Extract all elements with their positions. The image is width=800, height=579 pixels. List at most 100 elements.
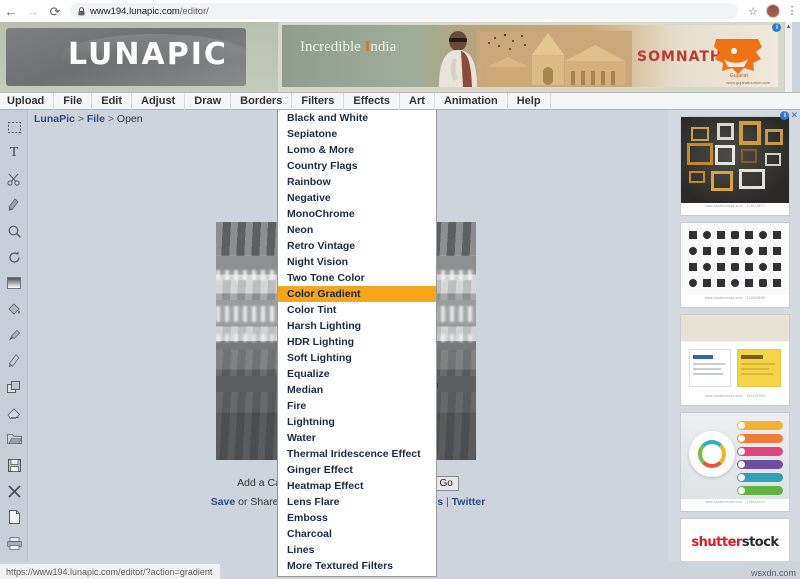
menu-item-color-tint[interactable]: Color Tint (278, 302, 436, 318)
reload-icon[interactable]: ⟳ (44, 0, 66, 22)
menu-item-soft-lighting[interactable]: Soft Lighting (278, 350, 436, 366)
menu-upload[interactable]: Upload (0, 92, 55, 110)
paint-bucket-icon[interactable] (0, 296, 28, 322)
eraser-icon[interactable] (0, 400, 28, 426)
banner-temple-image (477, 31, 632, 87)
menu-animation[interactable]: Animation (435, 92, 508, 110)
layers-icon[interactable] (0, 374, 28, 400)
url-path: /editor/ (179, 5, 209, 17)
pencil-icon[interactable] (0, 348, 28, 374)
profile-avatar[interactable] (766, 4, 780, 18)
menu-item-sepiatone[interactable]: Sepiatone (278, 126, 436, 142)
menu-adjust[interactable]: Adjust (132, 92, 186, 110)
menu-item-lightning[interactable]: Lightning (278, 414, 436, 430)
shutterstock-brand-dark: stock (741, 534, 779, 550)
menu-item-emboss[interactable]: Emboss (278, 510, 436, 526)
print-icon[interactable] (0, 530, 28, 556)
sidebar-adchoices[interactable]: i ✕ (780, 111, 798, 120)
shutterstock-wordmark: shutterstock (691, 534, 779, 550)
close-x-icon[interactable] (0, 478, 28, 504)
adchoices-info-icon[interactable]: i (772, 23, 782, 32)
menu-item-neon[interactable]: Neon (278, 222, 436, 238)
save-floppy-icon[interactable] (0, 452, 28, 478)
caption-go-button[interactable]: Go (433, 476, 459, 491)
brochure-template-ad[interactable]: www.shutterstock.com · 181439300 (680, 314, 790, 406)
menu-item-negative[interactable]: Negative (278, 190, 436, 206)
tagline-post: ndia (370, 39, 397, 55)
menu-draw[interactable]: Draw (185, 92, 232, 110)
banner-advertisement[interactable]: Incredible India SOMNATH Gujarat www.guj… (278, 22, 792, 92)
ad-source-label: www.shutterstock.com · 179044422 (704, 500, 766, 504)
tagline-pre: Incredible (300, 39, 365, 55)
editor-toolbar: T (0, 110, 28, 577)
menu-filters[interactable]: Filters (292, 92, 345, 110)
menu-item-lens-flare[interactable]: Lens Flare (278, 494, 436, 510)
save-link[interactable]: Save (211, 496, 236, 508)
site-header: LUNAPIC Incredible India SOMNATH Gujarat… (0, 22, 800, 92)
editor-content: T LunaPic > File > Open Add a Caption: G… (0, 110, 800, 577)
text-tool-icon[interactable]: T (0, 140, 28, 166)
crescent-moon-icon (14, 35, 58, 79)
shutterstock-logo-ad[interactable]: shutterstock (680, 518, 790, 566)
gradient-icon[interactable] (0, 270, 28, 296)
magnifier-zoom-icon[interactable] (0, 218, 28, 244)
menu-item-two-tone-color[interactable]: Two Tone Color (278, 270, 436, 286)
ad-source-label: www.shutterstock.com · 181439300 (704, 394, 766, 398)
eyedropper-icon[interactable] (0, 322, 28, 348)
menu-item-more-textured-filters[interactable]: More Textured Filters (278, 558, 436, 574)
picture-frames-ad[interactable]: www.shutterstock.com · 113019877 (680, 116, 790, 216)
menu-item-fire[interactable]: Fire (278, 398, 436, 414)
menu-borders[interactable]: Borders (231, 92, 293, 110)
menu-item-monochrome[interactable]: MonoChrome (278, 206, 436, 222)
brush-icon[interactable] (0, 192, 28, 218)
menu-item-harsh-lighting[interactable]: Harsh Lighting (278, 318, 436, 334)
menu-item-hdr-lighting[interactable]: HDR Lighting (278, 334, 436, 350)
menu-help[interactable]: Help (508, 92, 551, 110)
infographic-ad[interactable]: www.shutterstock.com · 179044422 (680, 412, 790, 512)
menu-item-ginger-effect[interactable]: Ginger Effect (278, 462, 436, 478)
menu-art[interactable]: Art (400, 92, 435, 110)
new-document-icon[interactable] (0, 504, 28, 530)
kebab-menu-icon[interactable]: ⋮ (784, 5, 800, 17)
menu-edit[interactable]: Edit (92, 92, 133, 110)
menu-effects[interactable]: Effects (344, 92, 401, 110)
svg-text:Gujarat: Gujarat (730, 73, 749, 79)
menu-item-retro-vintage[interactable]: Retro Vintage (278, 238, 436, 254)
menu-item-equalize[interactable]: Equalize (278, 366, 436, 382)
browser-toolbar: ← → ⟳ www194.lunapic.com/editor/ ☆ ⋮ (0, 0, 800, 22)
site-watermark: wsxdn.com (750, 568, 796, 578)
menu-item-country-flags[interactable]: Country Flags (278, 158, 436, 174)
menu-item-lomo-and-more[interactable]: Lomo & More (278, 142, 436, 158)
advertiser-url: www.gujarattourism.com (726, 80, 770, 85)
menu-item-night-vision[interactable]: Night Vision (278, 254, 436, 270)
menu-item-black-and-white[interactable]: Black and White (278, 110, 436, 126)
share-pipe: | (443, 496, 452, 508)
open-folder-icon[interactable] (0, 426, 28, 452)
brochure-template-ad-image (681, 315, 789, 393)
adchoices-info-icon[interactable]: i (780, 111, 790, 120)
shutterstock-brand-red: shutter (691, 534, 742, 550)
site-logo[interactable]: LUNAPIC (0, 22, 278, 92)
close-icon[interactable]: ✕ (790, 111, 798, 120)
menu-item-median[interactable]: Median (278, 382, 436, 398)
twitter-link[interactable]: Twitter (452, 496, 486, 508)
rotate-icon[interactable] (0, 244, 28, 270)
menu-item-water[interactable]: Water (278, 430, 436, 446)
lock-icon (78, 6, 85, 16)
menu-item-charcoal[interactable]: Charcoal (278, 526, 436, 542)
icon-set-ad[interactable]: www.shutterstock.com · 312903696 (680, 222, 790, 308)
address-bar[interactable]: www194.lunapic.com/editor/ (70, 3, 738, 19)
marquee-select-icon[interactable] (0, 114, 28, 140)
picture-frames-ad-image (681, 117, 789, 203)
menu-file[interactable]: File (54, 92, 93, 110)
menu-item-thermal-iridescence-effect[interactable]: Thermal Iridescence Effect (278, 446, 436, 462)
star-icon[interactable]: ☆ (744, 5, 762, 18)
filters-dropdown-menu[interactable]: Black and White Sepiatone Lomo & More Co… (277, 110, 437, 577)
menu-item-rainbow[interactable]: Rainbow (278, 174, 436, 190)
back-arrow-icon[interactable]: ← (0, 0, 22, 22)
menu-item-lines[interactable]: Lines (278, 542, 436, 558)
menu-item-heatmap-effect[interactable]: Heatmap Effect (278, 478, 436, 494)
scissors-crop-icon[interactable] (0, 166, 28, 192)
menu-item-color-gradient[interactable]: Color Gradient (278, 286, 436, 302)
scroll-up-arrow[interactable]: ▲ (784, 22, 792, 92)
